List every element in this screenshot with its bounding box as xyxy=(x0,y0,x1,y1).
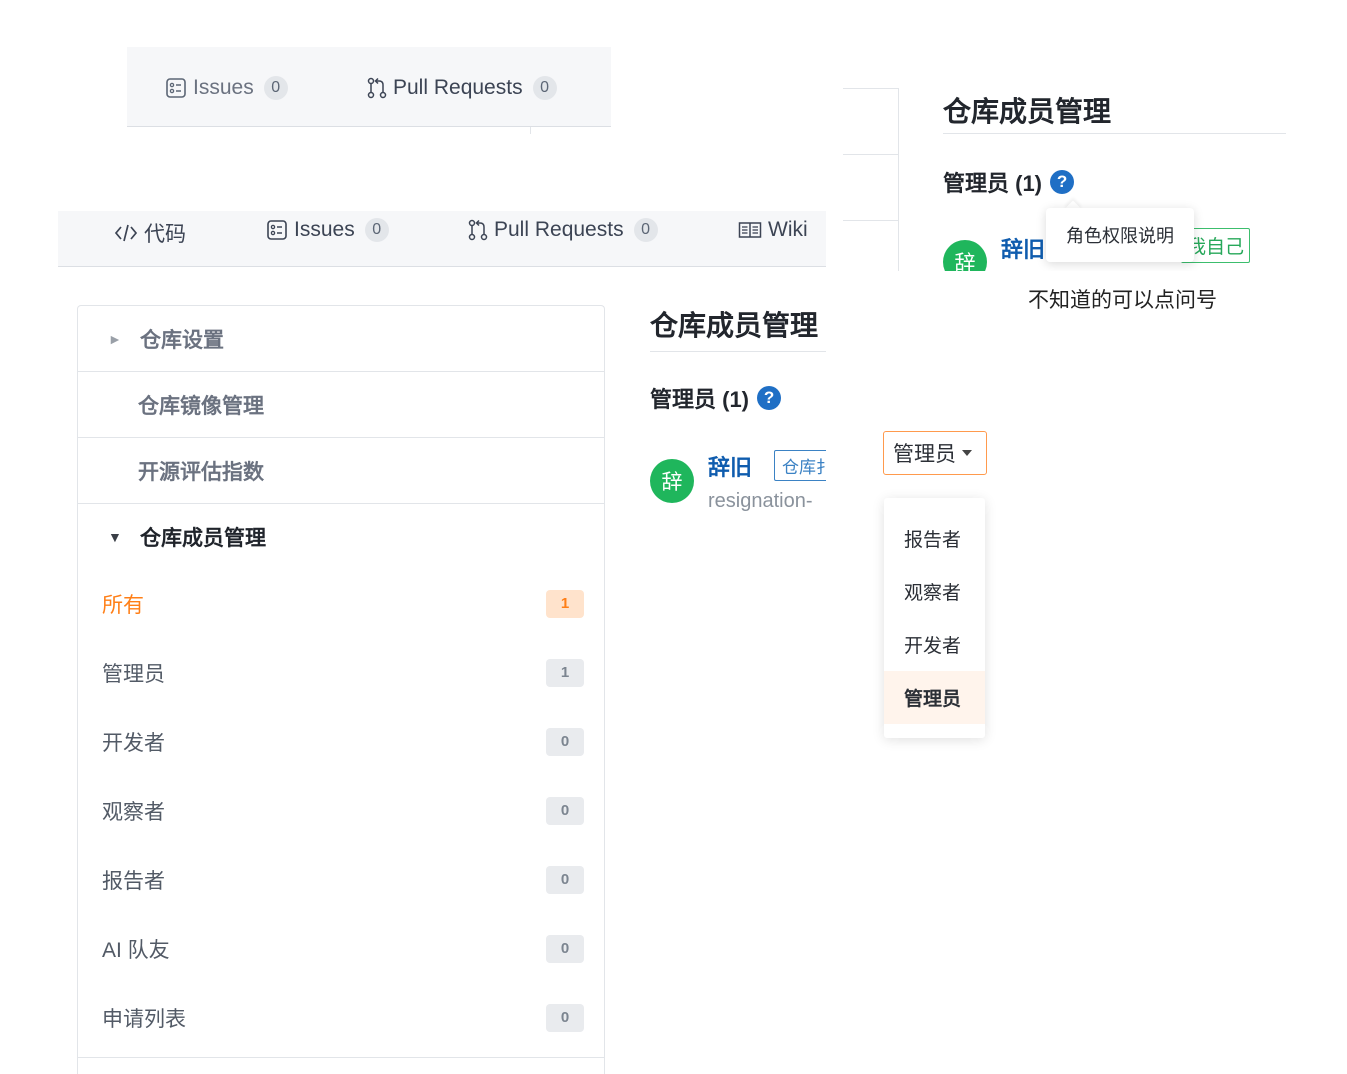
tab-wiki[interactable]: Wiki xyxy=(738,218,808,242)
member-filter-count: 1 xyxy=(546,590,584,618)
sidebar-item-label: 开源评估指数 xyxy=(138,460,264,484)
member-filter-all[interactable]: 所有 1 xyxy=(102,584,584,624)
divider xyxy=(843,220,899,221)
tab-pull-requests-label: Pull Requests xyxy=(494,218,624,241)
sidebar-item-mirror-management[interactable]: 仓库镜像管理 xyxy=(78,372,604,438)
member-filter-count: 1 xyxy=(546,659,584,687)
pull-request-icon xyxy=(367,77,387,99)
tab-wiki-label: Wiki xyxy=(768,218,808,241)
member-filter-label: 申请列表 xyxy=(102,1008,186,1031)
tab-pull-requests-count: 0 xyxy=(633,218,658,242)
caret-down-icon: ▼ xyxy=(108,529,122,545)
member-filter-label: 开发者 xyxy=(102,732,165,755)
divider xyxy=(898,88,899,271)
help-icon[interactable]: ? xyxy=(1050,170,1075,194)
help-icon[interactable]: ? xyxy=(757,386,782,410)
sidebar-item-label: 仓库镜像管理 xyxy=(138,394,264,418)
member-filter-applications[interactable]: 申请列表 0 xyxy=(102,998,584,1038)
member-name[interactable]: 辞旧 xyxy=(1001,232,1045,264)
role-select[interactable]: 管理员 xyxy=(883,431,987,475)
tab-issues-count: 0 xyxy=(364,218,389,242)
tab-pull-requests-top[interactable]: Pull Requests 0 xyxy=(367,76,557,100)
member-filter-observer[interactable]: 观察者 0 xyxy=(102,791,584,831)
tab-code-label: 代码 xyxy=(144,223,186,246)
sidebar-item-member-management[interactable]: ▼ 仓库成员管理 xyxy=(78,504,604,570)
sidebar-item-label: 仓库设置 xyxy=(140,328,224,352)
avatar: 辞 xyxy=(943,240,987,271)
divider xyxy=(843,88,899,89)
avatar: 辞 xyxy=(650,459,694,503)
member-filter-count: 0 xyxy=(546,797,584,825)
tab-issues-top-count: 0 xyxy=(263,76,288,100)
section-title-label: 管理员 (1) xyxy=(943,171,1043,196)
caret-right-icon: ► xyxy=(108,330,122,347)
wiki-icon xyxy=(738,222,762,238)
sidebar-item-label: 仓库成员管理 xyxy=(140,527,266,550)
tab-pull-requests[interactable]: Pull Requests 0 xyxy=(468,218,658,242)
divider xyxy=(650,351,826,352)
member-login: resignation- xyxy=(708,490,813,512)
role-permission-tooltip: 角色权限说明 xyxy=(1046,208,1194,262)
popup-section-title: 管理员 (1) ? xyxy=(943,166,1075,198)
page-title: 仓库成员管理 xyxy=(650,310,819,341)
tabbar-main: 代码 Issues 0 Pull Requests 0 Wiki xyxy=(58,211,826,267)
role-option-developer[interactable]: 开发者 xyxy=(884,618,985,671)
section-title-label: 管理员 (1) xyxy=(650,387,750,412)
divider xyxy=(78,1057,604,1058)
member-filter-admin[interactable]: 管理员 1 xyxy=(102,653,584,693)
role-dropdown: 报告者 观察者 开发者 管理员 xyxy=(884,498,985,738)
sidebar-item-open-source-index[interactable]: 开源评估指数 xyxy=(78,438,604,504)
section-title: 管理员 (1) ? xyxy=(650,382,782,414)
chevron-down-icon xyxy=(962,450,972,456)
pull-request-icon xyxy=(468,219,488,241)
member-filter-reporter[interactable]: 报告者 0 xyxy=(102,860,584,900)
tab-issues-top-label: Issues xyxy=(193,76,254,99)
member-filter-count: 0 xyxy=(546,935,584,963)
popup-panel: 仓库成员管理 管理员 (1) ? 辞 辞旧 我自己 角色权限说明 xyxy=(843,86,1303,271)
member-filter-count: 0 xyxy=(546,866,584,894)
popup-title: 仓库成员管理 xyxy=(943,96,1112,127)
tab-issues-top[interactable]: Issues 0 xyxy=(165,76,288,100)
tabbar-top: Issues 0 Pull Requests 0 xyxy=(127,47,611,127)
tab-issues-label: Issues xyxy=(294,218,355,241)
tab-code[interactable]: 代码 xyxy=(114,218,186,248)
member-filter-count: 0 xyxy=(546,1004,584,1032)
role-select-value: 管理员 xyxy=(893,443,956,466)
member-filter-label: 所有 xyxy=(102,594,144,617)
member-filter-label: 观察者 xyxy=(102,801,165,824)
member-name[interactable]: 辞旧 xyxy=(708,450,752,482)
member-filter-label: AI 队友 xyxy=(102,939,170,962)
issues-icon xyxy=(166,78,186,98)
main-panel: 仓库成员管理 管理员 (1) ? 辞 辞旧 仓库扌 resignation- xyxy=(650,300,826,530)
role-option-admin[interactable]: 管理员 xyxy=(884,671,985,724)
role-option-reporter[interactable]: 报告者 xyxy=(884,512,985,565)
member-filter-developer[interactable]: 开发者 0 xyxy=(102,722,584,762)
member-filter-label: 管理员 xyxy=(102,663,165,686)
divider xyxy=(943,133,1286,134)
tab-pull-requests-top-count: 0 xyxy=(532,76,557,100)
issues-icon xyxy=(267,220,287,240)
member-filter-ai-teammate[interactable]: AI 队友 0 xyxy=(102,929,584,969)
code-icon xyxy=(114,224,138,242)
role-option-observer[interactable]: 观察者 xyxy=(884,565,985,618)
sidebar-item-repo-settings[interactable]: ► 仓库设置 xyxy=(78,306,604,372)
role-tag: 仓库扌 xyxy=(774,450,826,481)
member-filter-count: 0 xyxy=(546,728,584,756)
member-filter-label: 报告者 xyxy=(102,870,165,893)
tab-issues[interactable]: Issues 0 xyxy=(266,218,389,242)
tab-pull-requests-top-label: Pull Requests xyxy=(393,76,523,99)
annotation-note: 不知道的可以点问号 xyxy=(1028,288,1217,312)
divider xyxy=(843,154,899,155)
settings-sidebar: ► 仓库设置 仓库镜像管理 开源评估指数 ▼ 仓库成员管理 所有 1 管理员 1… xyxy=(77,305,605,1074)
divider xyxy=(530,127,531,134)
